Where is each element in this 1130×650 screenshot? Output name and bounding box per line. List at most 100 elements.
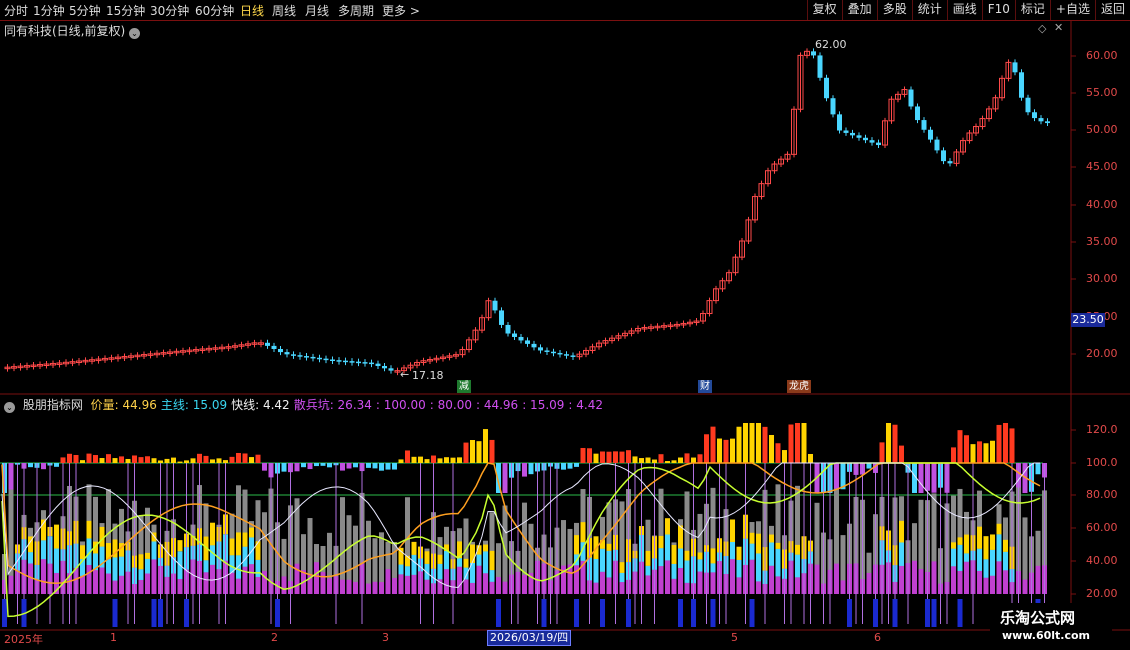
indicator-magenta-bar <box>1022 579 1028 594</box>
indicator-top-bar <box>580 447 586 463</box>
candle-body <box>271 345 277 349</box>
candle-body <box>928 129 933 140</box>
candle-body <box>1019 72 1024 98</box>
indicator-top-bar <box>190 458 196 463</box>
event-report-badge[interactable]: 财 <box>698 380 712 393</box>
indicator-magenta-bar <box>899 565 904 594</box>
candle-body <box>856 135 862 138</box>
indicator-cyan-bar <box>730 541 735 560</box>
candle-body <box>915 106 920 121</box>
diamond-icon[interactable]: ◇ <box>1038 22 1046 35</box>
candle-body <box>525 340 530 344</box>
indicator-cyan-bar <box>964 553 969 562</box>
indicator-yellow-bar <box>411 541 417 555</box>
indicator-legend-item: : 80.00 <box>429 398 472 412</box>
indicator-drop-bar <box>1035 463 1041 475</box>
indicator-cyan-bar <box>996 534 1002 562</box>
indicator-magenta-bar <box>80 575 85 594</box>
close-icon[interactable]: ✕ <box>1054 21 1063 34</box>
indicator-axis-label: 40.00 <box>1086 554 1118 567</box>
indicator-top-bar <box>697 454 703 463</box>
stock-title-text: 同有科技(日线,前复权) <box>4 24 126 38</box>
indicator-cyan-bar <box>684 560 690 583</box>
indicator-top-bar <box>184 460 189 463</box>
indicator-magenta-bar <box>470 582 475 594</box>
indicator-top-bar <box>476 441 482 463</box>
indicator-cyan-bar <box>424 563 430 580</box>
candle-body <box>934 139 940 151</box>
indicator-drop-bar <box>392 463 397 470</box>
indicator-magenta-bar <box>385 569 391 594</box>
indicator-cyan-bar <box>756 553 761 582</box>
arrow-left-icon: ← <box>400 368 410 381</box>
indicator-yellow-bar <box>730 519 735 542</box>
indicator-top-bar <box>119 456 124 463</box>
indicator-magenta-bar <box>931 561 937 594</box>
indicator-low-block <box>691 599 696 627</box>
indicator-cyan-bar <box>151 541 157 560</box>
indicator-cyan-bar <box>54 548 59 573</box>
low-price-label: 17.18 <box>412 369 444 382</box>
indicator-drop-bar <box>346 463 352 469</box>
indicator-top-bar <box>405 450 410 463</box>
indicator-top-bar <box>704 434 709 463</box>
indicator-yellow-bar <box>1003 539 1008 552</box>
indicator-magenta-bar <box>411 574 417 594</box>
chevron-down-icon[interactable]: ⌄ <box>129 28 141 39</box>
indicator-yellow-bar <box>658 535 664 549</box>
indicator-top-bar <box>236 452 241 463</box>
indicator-magenta-bar <box>444 569 449 594</box>
indicator-yellow-bar <box>684 550 690 561</box>
indicator-top-bar <box>691 457 696 463</box>
price-axis-label: 45.00 <box>1086 160 1118 173</box>
indicator-cyan-bar <box>749 543 755 560</box>
event-reduce-badge[interactable]: 减 <box>457 380 471 393</box>
indicator-cyan-bar <box>775 548 781 577</box>
event-dragon-tiger-badge[interactable]: 龙虎 <box>787 380 811 393</box>
indicator-top-bar <box>60 457 66 463</box>
indicator-top-bar <box>437 458 443 463</box>
indicator-top-bar <box>593 453 599 463</box>
indicator-magenta-bar <box>730 559 735 594</box>
indicator-yellow-bar <box>437 554 443 564</box>
indicator-cyan-bar <box>476 554 482 566</box>
indicator-cyan-bar <box>593 558 599 583</box>
indicator-yellow-bar <box>606 543 612 551</box>
price-axis-label: 20.00 <box>1086 347 1118 360</box>
indicator-magenta-bar <box>255 576 261 594</box>
indicator-cyan-bar <box>444 550 449 570</box>
chevron-down-icon[interactable]: ⌄ <box>4 402 15 413</box>
indicator-magenta-bar <box>1003 570 1008 594</box>
indicator-cyan-bar <box>457 558 462 567</box>
indicator-top-bar <box>957 430 963 463</box>
indicator-magenta-bar <box>1035 565 1041 594</box>
indicator-top-bar <box>125 458 131 463</box>
indicator-axis-label: 60.00 <box>1086 521 1118 534</box>
indicator-magenta-bar <box>366 583 371 594</box>
candle-body <box>863 137 868 141</box>
candle-body <box>1032 112 1037 119</box>
candle-body <box>1045 121 1050 124</box>
indicator-yellow-bar <box>957 537 963 545</box>
indicator-low-block <box>184 599 189 627</box>
indicator-axis-label: 120.0 <box>1086 423 1118 436</box>
indicator-drop-bar <box>281 463 287 472</box>
indicator-magenta-bar <box>145 573 150 594</box>
indicator-magenta-bar <box>457 566 462 594</box>
candlestick-chart[interactable] <box>0 0 1130 650</box>
candle-body <box>304 356 309 358</box>
indicator-cyan-bar <box>112 557 118 581</box>
indicator-magenta-bar <box>840 580 846 594</box>
candle-body <box>291 354 296 356</box>
indicator-top-bar <box>996 424 1002 463</box>
indicator-magenta-bar <box>697 571 703 594</box>
candle-body <box>297 355 303 357</box>
indicator-drop-bar <box>8 463 14 493</box>
candle-body <box>382 365 387 369</box>
indicator-yellow-bar <box>54 524 59 549</box>
indicator-magenta-bar <box>327 578 332 594</box>
indicator-cyan-bar <box>489 570 495 582</box>
indicator-yellow-bar <box>86 520 92 539</box>
indicator-magenta-bar <box>177 578 183 594</box>
indicator-magenta-bar <box>866 572 872 594</box>
